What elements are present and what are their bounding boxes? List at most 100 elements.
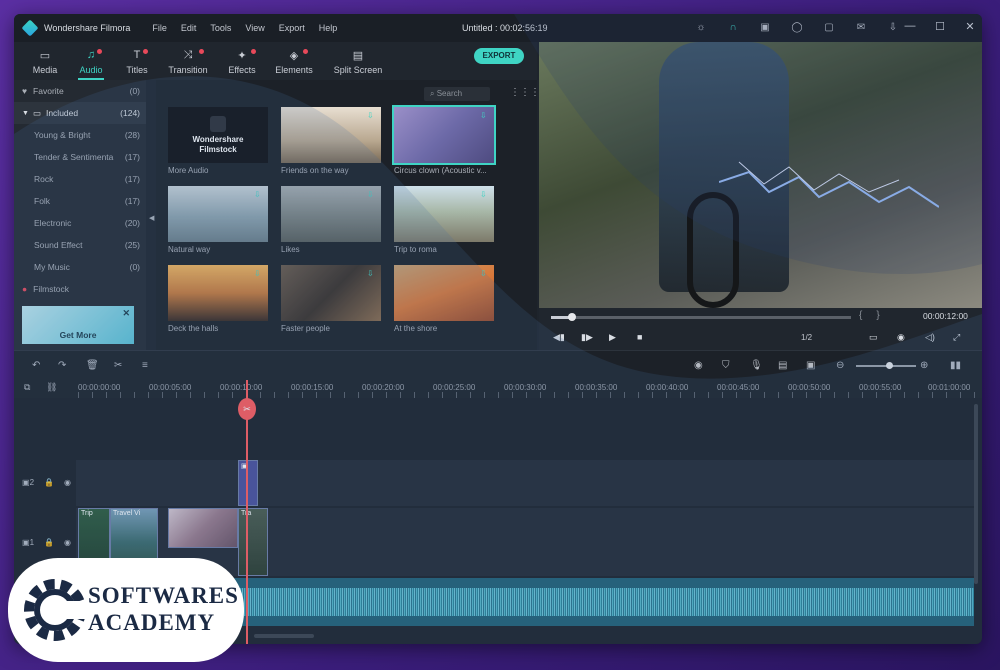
adjust-icon[interactable]: ≡ — [142, 360, 148, 371]
account-icon[interactable]: ◯ — [790, 20, 804, 34]
audio-tile[interactable]: ⇩ Deck the halls — [168, 265, 268, 333]
headset-icon[interactable]: ∩ — [726, 20, 740, 34]
marker-icon[interactable]: ⛉ — [722, 360, 730, 371]
mail-icon[interactable]: ✉ — [854, 20, 868, 34]
horizontal-scrollbar[interactable] — [254, 634, 314, 638]
tab-split-screen[interactable]: ▤ Split Screen — [320, 49, 396, 80]
microphone-icon[interactable]: 🎙 — [750, 360, 763, 371]
link-icon[interactable]: ⛓ — [46, 382, 57, 393]
sidebar-item-my-music[interactable]: My Music (0) — [14, 256, 146, 278]
zoom-out-icon[interactable]: ⊖ — [836, 360, 844, 371]
download-icon[interactable]: ⇩ — [254, 190, 262, 199]
sidebar-item-young-bright[interactable]: Young & Bright (28) — [14, 124, 146, 146]
track-2-icon[interactable]: ▣2 — [22, 478, 34, 487]
mark-in-out-icon[interactable]: {} — [859, 310, 894, 321]
download-icon[interactable]: ⇩ — [480, 190, 488, 199]
subtitle-icon[interactable]: ▣ — [806, 360, 815, 371]
download-icon[interactable]: ⇩ — [367, 269, 375, 278]
vertical-scrollbar[interactable] — [974, 404, 978, 584]
pause-icon[interactable]: ▮▮ — [950, 360, 961, 371]
track-2[interactable] — [76, 460, 974, 506]
display-icon[interactable]: ▭ — [869, 332, 878, 343]
lock-icon[interactable]: 🔒 — [44, 538, 54, 547]
audio-tile[interactable]: ⇩ At the shore — [394, 265, 494, 333]
sidebar-item-electronic[interactable]: Electronic (20) — [14, 212, 146, 234]
menu-file[interactable]: File — [152, 23, 167, 33]
cut-icon[interactable]: ✂ — [114, 360, 122, 371]
add-track-icon[interactable]: ⧉ — [24, 382, 30, 393]
menu-tools[interactable]: Tools — [210, 23, 231, 33]
snapshot-icon[interactable]: ◉ — [897, 332, 905, 343]
audio-tile[interactable]: ⇩ Friends on the way — [281, 107, 381, 175]
volume-icon[interactable]: ◁) — [925, 332, 935, 343]
audio-tile[interactable]: ⇩ Likes — [281, 186, 381, 254]
fullscreen-icon[interactable]: ⤢ — [953, 332, 960, 343]
heart-icon: ♥ — [22, 86, 28, 96]
get-more-banner[interactable]: ✕ Get More — [22, 306, 134, 344]
undo-icon[interactable]: ↶ — [32, 360, 40, 371]
lock-icon[interactable]: 🔒 — [44, 478, 54, 487]
download-icon[interactable]: ⇩ — [367, 111, 375, 120]
gift-icon[interactable]: ▣ — [758, 20, 772, 34]
sidebar-item-sound-effect[interactable]: Sound Effect (25) — [14, 234, 146, 256]
eye-icon[interactable]: ◉ — [64, 478, 71, 487]
menu-help[interactable]: Help — [319, 23, 338, 33]
lightbulb-icon[interactable]: ☼ — [694, 20, 708, 34]
stop-icon[interactable]: ■ — [637, 332, 642, 342]
minimize-button[interactable]: — — [904, 20, 916, 33]
tab-audio[interactable]: ♫ Audio — [68, 49, 114, 80]
menu-export[interactable]: Export — [279, 23, 305, 33]
tab-media[interactable]: ▭ Media — [22, 49, 68, 80]
timeline-ruler[interactable]: ⧉ ⛓ 00:00:00:00 00:00:05:00 00:00:10:00 … — [14, 380, 982, 398]
preview-scrubber[interactable] — [551, 313, 851, 321]
audio-tile[interactable]: ⇩ Faster people — [281, 265, 381, 333]
download-icon[interactable]: ⇩ — [886, 20, 900, 34]
sidebar-item-tender-sentimental[interactable]: Tender & Sentimenta (17) — [14, 146, 146, 168]
audio-tile[interactable]: Wondershare Filmstock More Audio — [168, 107, 268, 175]
timeline-clip[interactable] — [168, 508, 238, 548]
play-backward-icon[interactable]: ▮▶ — [581, 332, 593, 343]
menu-view[interactable]: View — [245, 23, 264, 33]
sidebar-item-folk[interactable]: Folk (17) — [14, 190, 146, 212]
audio-tile[interactable]: ⇩ Trip to roma — [394, 186, 494, 254]
audio-tile[interactable]: ⇩ Circus clown (Acoustic v... — [392, 105, 496, 175]
close-button[interactable]: ✕ — [964, 20, 976, 33]
tab-titles[interactable]: T Titles — [114, 49, 160, 80]
sidebar-item-filmstock[interactable]: ● Filmstock — [14, 278, 146, 300]
save-icon[interactable]: ▢ — [822, 20, 836, 34]
delete-icon[interactable]: 🗑 — [86, 360, 99, 371]
zoom-in-icon[interactable]: ⊕ — [920, 360, 928, 371]
sidebar-item-included[interactable]: ▼ ▭ Included (124) — [14, 102, 146, 124]
tab-transition[interactable]: ⤨ Transition — [160, 49, 216, 80]
timeline-clip[interactable]: Tra — [238, 508, 268, 576]
maximize-button[interactable]: ☐ — [934, 20, 946, 33]
playback-quality[interactable]: 1/2 — [801, 333, 812, 342]
download-icon[interactable]: ⇩ — [480, 269, 488, 278]
eye-icon[interactable]: ◉ — [64, 538, 71, 547]
audio-tile[interactable]: ⇩ Natural way — [168, 186, 268, 254]
download-icon[interactable]: ⇩ — [480, 111, 488, 120]
zoom-slider-handle[interactable] — [886, 362, 893, 369]
tile-caption: Friends on the way — [281, 166, 349, 175]
sidebar-item-rock[interactable]: Rock (17) — [14, 168, 146, 190]
render-icon[interactable]: ◉ — [694, 360, 703, 371]
grid-view-icon[interactable]: ⋮⋮⋮ — [510, 87, 540, 98]
menu-edit[interactable]: Edit — [181, 23, 197, 33]
download-icon[interactable]: ⇩ — [254, 269, 262, 278]
tab-effects[interactable]: ✦ Effects — [216, 49, 268, 80]
timeline-clip[interactable]: ▣ — [238, 460, 258, 506]
export-button[interactable]: EXPORT — [474, 48, 524, 64]
audio-mixer-icon[interactable]: ▤ — [778, 360, 787, 371]
playhead-scissors-icon[interactable]: ✂ — [238, 398, 256, 420]
play-icon[interactable]: ▶ — [609, 332, 616, 343]
tab-elements[interactable]: ◈ Elements — [268, 49, 320, 80]
search-input[interactable]: ⌕ Search — [424, 87, 490, 101]
scrubber-handle[interactable] — [568, 313, 576, 321]
collapse-sidebar-icon[interactable]: ◀ — [149, 214, 154, 222]
track-1-icon[interactable]: ▣1 — [22, 538, 34, 547]
close-icon[interactable]: ✕ — [122, 308, 130, 319]
sidebar-item-favorite[interactable]: ♥ Favorite (0) — [14, 80, 146, 102]
previous-frame-icon[interactable]: ◀▮ — [553, 332, 565, 343]
redo-icon[interactable]: ↷ — [58, 360, 66, 371]
download-icon[interactable]: ⇩ — [367, 190, 375, 199]
